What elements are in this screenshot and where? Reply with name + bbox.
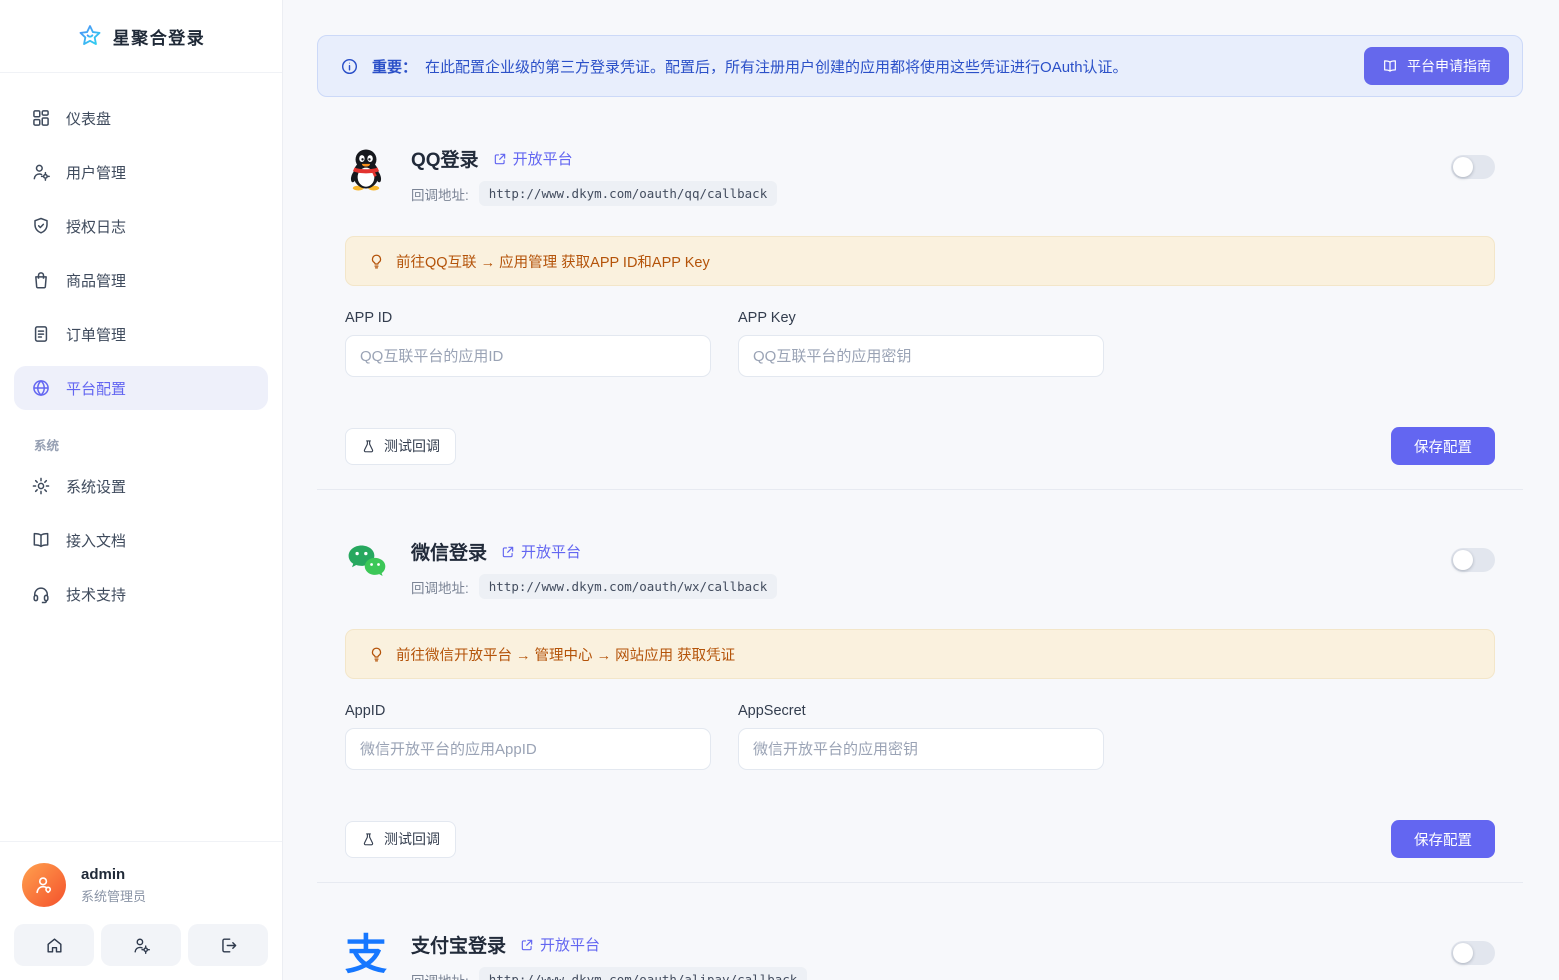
profile-button[interactable] [101, 924, 181, 966]
platform-section-qq: QQ登录 开放平台 回调地址: http://www.dkym.com/oaut… [317, 97, 1523, 489]
logout-button[interactable] [188, 924, 268, 966]
tip-banner: 前往微信开放平台 → 管理中心 → 网站应用 获取凭证 [345, 629, 1495, 679]
info-icon [340, 57, 359, 76]
home-icon [45, 936, 64, 955]
sidebar-item-orders[interactable]: 订单管理 [14, 312, 268, 356]
bag-icon [31, 270, 51, 290]
platform-config-page: 星聚合登录 仪表盘 用户管理 授权日志 商品管理 订单管理 平台配置 系统 系统… [0, 0, 1559, 980]
external-link-icon [493, 152, 507, 166]
field-label: APP ID [345, 310, 711, 326]
field-label: APP Key [738, 310, 1104, 326]
banner-prefix: 重要： [372, 59, 417, 76]
important-banner: 重要：在此配置企业级的第三方登录凭证。配置后，所有注册用户创建的应用都将使用这些… [317, 35, 1523, 97]
platform-title: QQ登录 [411, 145, 479, 172]
logout-icon [219, 936, 238, 955]
section-actions: 测试回调 保存配置 [345, 820, 1495, 858]
sidebar-item-platform-config[interactable]: 平台配置 [14, 366, 268, 410]
section-actions: 测试回调 保存配置 [345, 427, 1495, 465]
tip-text: 前往微信开放平台 → 管理中心 → 网站应用 获取凭证 [396, 644, 735, 665]
credential-fields: APP ID APP Key [345, 310, 1495, 377]
open-platform-link[interactable]: 开放平台 [493, 148, 573, 169]
headphones-icon [31, 584, 51, 604]
sidebar-item-settings[interactable]: 系统设置 [14, 464, 268, 508]
lightbulb-icon [368, 646, 385, 663]
home-button[interactable] [14, 924, 94, 966]
external-link-icon [501, 545, 515, 559]
qq-app-id-input[interactable] [345, 335, 711, 377]
flask-icon [361, 439, 376, 454]
sidebar-item-auth-logs[interactable]: 授权日志 [14, 204, 268, 248]
credential-fields: AppID AppSecret [345, 703, 1495, 770]
avatar [22, 863, 66, 907]
footer-buttons [14, 924, 268, 966]
banner-text: 重要：在此配置企业级的第三方登录凭证。配置后，所有注册用户创建的应用都将使用这些… [372, 56, 1128, 77]
nav-section-label: 系统 [0, 420, 282, 464]
external-link-icon [520, 938, 534, 952]
star-logo-icon [77, 23, 103, 49]
sidebar-item-support[interactable]: 技术支持 [14, 572, 268, 616]
sidebar: 星聚合登录 仪表盘 用户管理 授权日志 商品管理 订单管理 平台配置 系统 系统… [0, 0, 283, 980]
main-nav: 仪表盘 用户管理 授权日志 商品管理 订单管理 平台配置 [0, 73, 282, 420]
alipay-enable-toggle[interactable] [1451, 941, 1495, 965]
qq-app-key-input[interactable] [738, 335, 1104, 377]
dashboard-icon [31, 108, 51, 128]
book-open-icon [1382, 58, 1398, 74]
lightbulb-icon [368, 253, 385, 270]
app-title: 星聚合登录 [113, 24, 206, 49]
platform-list: QQ登录 开放平台 回调地址: http://www.dkym.com/oaut… [317, 97, 1523, 980]
platform-title: 微信登录 [411, 538, 487, 565]
wechat-appsecret-input[interactable] [738, 728, 1104, 770]
doc-icon [31, 324, 51, 344]
platform-header: 支 支付宝登录 开放平台 回调地址: http://www.dkym.com/o… [345, 931, 1495, 980]
wechat-enable-toggle[interactable] [1451, 548, 1495, 572]
callback-url: http://www.dkym.com/oauth/qq/callback [479, 181, 777, 206]
user-gear-icon [132, 936, 151, 955]
gear-icon [31, 476, 51, 496]
user-name: admin [81, 866, 146, 883]
callback-label: 回调地址: [411, 577, 469, 597]
sidebar-item-docs[interactable]: 接入文档 [14, 518, 268, 562]
platform-section-wechat: 微信登录 开放平台 回调地址: http://www.dkym.com/oaut… [317, 489, 1523, 882]
field-label: AppSecret [738, 703, 1104, 719]
qq-save-config-button[interactable]: 保存配置 [1391, 427, 1495, 465]
user-info: admin 系统管理员 [81, 866, 146, 905]
callback-label: 回调地址: [411, 184, 469, 204]
qq-enable-toggle[interactable] [1451, 155, 1495, 179]
qq-logo-icon [345, 145, 387, 193]
wechat-save-config-button[interactable]: 保存配置 [1391, 820, 1495, 858]
system-nav: 系统设置 接入文档 技术支持 [0, 464, 282, 626]
open-platform-link[interactable]: 开放平台 [520, 934, 600, 955]
user-role: 系统管理员 [81, 886, 146, 905]
wechat-appid-input[interactable] [345, 728, 711, 770]
app-header: 星聚合登录 [0, 0, 282, 73]
callback-label: 回调地址: [411, 970, 469, 980]
main-content: 重要：在此配置企业级的第三方登录凭证。配置后，所有注册用户创建的应用都将使用这些… [283, 0, 1559, 980]
globe-icon [31, 378, 51, 398]
tip-text: 前往QQ互联 → 应用管理 获取APP ID和APP Key [396, 251, 710, 272]
tip-banner: 前往QQ互联 → 应用管理 获取APP ID和APP Key [345, 236, 1495, 286]
qq-test-callback-button[interactable]: 测试回调 [345, 428, 456, 465]
flask-icon [361, 832, 376, 847]
guide-button[interactable]: 平台申请指南 [1364, 47, 1509, 85]
callback-url: http://www.dkym.com/oauth/wx/callback [479, 574, 777, 599]
usergear-icon [31, 162, 51, 182]
field-label: AppID [345, 703, 711, 719]
open-platform-link[interactable]: 开放平台 [501, 541, 581, 562]
book-icon [31, 530, 51, 550]
platform-header: QQ登录 开放平台 回调地址: http://www.dkym.com/oaut… [345, 145, 1495, 206]
wechat-logo-icon [345, 538, 387, 586]
alipay-logo-icon: 支 [345, 931, 387, 979]
user-row: admin 系统管理员 [14, 859, 268, 924]
platform-header: 微信登录 开放平台 回调地址: http://www.dkym.com/oaut… [345, 538, 1495, 599]
wechat-test-callback-button[interactable]: 测试回调 [345, 821, 456, 858]
callback-url: http://www.dkym.com/oauth/alipay/callbac… [479, 967, 808, 980]
sidebar-item-users[interactable]: 用户管理 [14, 150, 268, 194]
sidebar-item-products[interactable]: 商品管理 [14, 258, 268, 302]
shield-icon [31, 216, 51, 236]
platform-section-alipay: 支 支付宝登录 开放平台 回调地址: http://www.dkym.com/o… [317, 882, 1523, 980]
sidebar-item-dashboard[interactable]: 仪表盘 [14, 96, 268, 140]
platform-title: 支付宝登录 [411, 931, 506, 958]
sidebar-footer: admin 系统管理员 [0, 841, 282, 980]
